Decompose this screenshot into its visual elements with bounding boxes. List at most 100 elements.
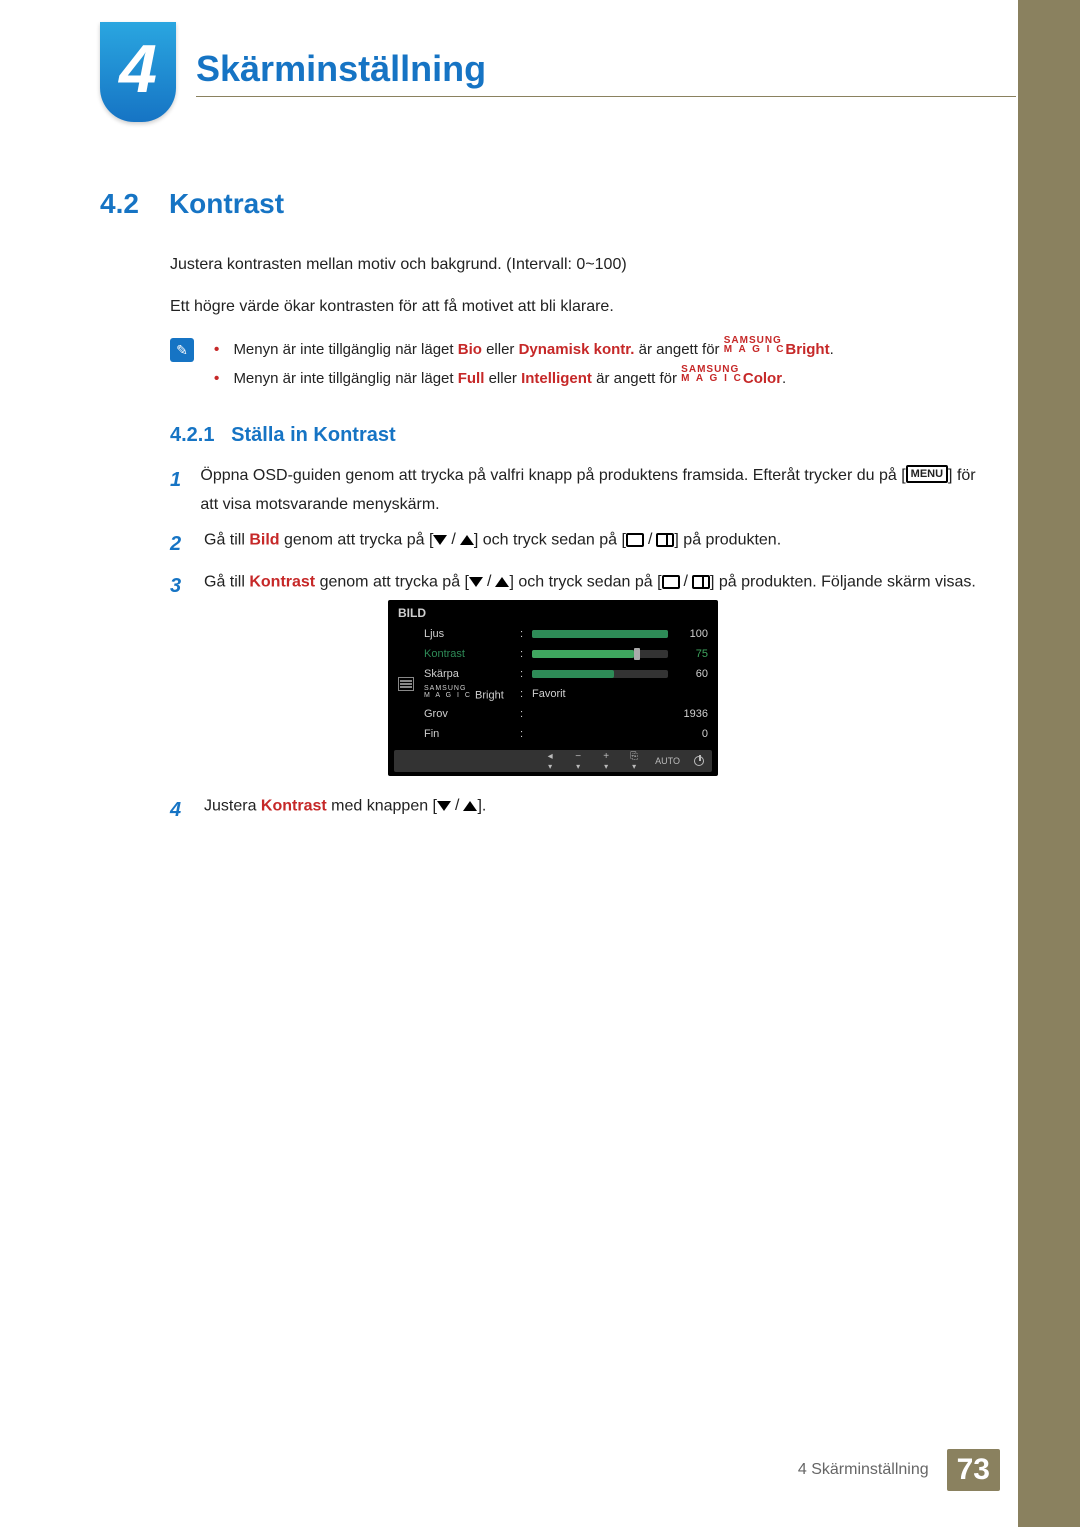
osd-label-fin: Fin	[424, 728, 514, 740]
magic-bot-2: M A G I C	[681, 374, 743, 383]
osd-val-fin: 0	[674, 728, 708, 740]
s4c: ].	[477, 798, 486, 815]
osd-magic-text: Favorit	[532, 688, 668, 700]
note2-int: Intelligent	[521, 370, 592, 387]
osd-row-grov: Grov : 1936	[424, 704, 708, 724]
section-number: 4.2	[100, 188, 139, 220]
magic-brand-1: SAMSUNG M A G I C	[724, 336, 786, 354]
subsection-number: 4.2.1	[170, 424, 214, 446]
osd-minus-icon: −▾	[571, 752, 585, 771]
chapter-badge: 4	[100, 22, 176, 122]
osd-row-ljus: Ljus : 100	[424, 624, 708, 644]
menu-button-icon: MENU	[906, 465, 948, 483]
s3-kontrast: Kontrast	[249, 573, 315, 590]
osd-footer: ◂▾ −▾ +▾ ⎘▾ AUTO	[394, 750, 712, 772]
osd-label-skarpa: Skärpa	[424, 668, 514, 680]
note2-full: Full	[458, 370, 485, 387]
s2d: ] på produkten.	[674, 531, 781, 548]
note1-text-c: är angett för	[639, 341, 724, 358]
page-number: 73	[947, 1449, 1000, 1491]
note1-end: .	[830, 341, 834, 358]
osd-rows: Ljus : 100 Kontrast : 75 Skärpa : 60 SAM…	[424, 624, 718, 744]
subsection-heading: 4.2.1 Ställa in Kontrast	[170, 424, 396, 447]
osd-val-ljus: 100	[674, 628, 708, 640]
osd-label-magic: SAMSUNGM A G I C Bright	[424, 686, 514, 701]
osd-body: Ljus : 100 Kontrast : 75 Skärpa : 60 SAM…	[388, 624, 718, 744]
step-3: 3 Gå till Kontrast genom att trycka på […	[170, 568, 990, 604]
bars-icon	[398, 677, 414, 691]
magic-suffix-1: Bright	[785, 341, 829, 358]
s4b: med knappen [	[327, 798, 437, 815]
note-item-2: Menyn är inte tillgänglig när läget Full…	[214, 365, 834, 394]
section-heading: 4.2 Kontrast	[100, 188, 284, 220]
down-up-icon-3: /	[437, 792, 477, 821]
osd-bar-kontrast	[532, 650, 668, 658]
note1-bio: Bio	[458, 341, 482, 358]
magic-bot: M A G I C	[724, 345, 786, 354]
chapter-title: Skärminställning	[196, 48, 1016, 97]
down-up-icon: /	[433, 526, 473, 555]
osd-val-grov: 1936	[674, 708, 708, 720]
osd-label-ljus: Ljus	[424, 628, 514, 640]
power-icon	[694, 756, 704, 766]
s4-kontrast: Kontrast	[261, 798, 327, 815]
intro-paragraph-2: Ett högre värde ökar kontrasten för att …	[170, 296, 990, 318]
subsection-title: Ställa in Kontrast	[231, 424, 395, 446]
osd-bar-ljus	[532, 630, 668, 638]
page-header: 4 Skärminställning	[100, 22, 1016, 122]
osd-row-skarpa: Skärpa : 60	[424, 664, 708, 684]
step-number-3: 3	[170, 568, 186, 604]
note-item-1: Menyn är inte tillgänglig när läget Bio …	[214, 336, 834, 365]
s2a: Gå till	[204, 531, 249, 548]
s2b: genom att trycka på [	[280, 531, 434, 548]
note1-text-b: eller	[486, 341, 519, 358]
osd-val-kontrast: 75	[674, 648, 708, 660]
note1-dyn: Dynamisk kontr.	[519, 341, 635, 358]
s3c: ] och tryck sedan på [	[509, 573, 661, 590]
intro-paragraph-1: Justera kontrasten mellan motiv och bakg…	[170, 254, 990, 276]
step-2-text: Gå till Bild genom att trycka på [/] och…	[204, 526, 781, 562]
magic-brand-2: SAMSUNG M A G I C	[681, 365, 743, 383]
osd-row-magic: SAMSUNGM A G I C Bright : Favorit	[424, 684, 708, 704]
osd-label-kontrast: Kontrast	[424, 648, 514, 660]
down-up-icon-2: /	[469, 568, 509, 597]
osd-label-grov: Grov	[424, 708, 514, 720]
step-3-text: Gå till Kontrast genom att trycka på [/]…	[204, 568, 976, 604]
step-number-4: 4	[170, 792, 186, 828]
s3d: ] på produkten. Följande skärm visas.	[710, 573, 976, 590]
osd-plus-icon: +▾	[599, 752, 613, 771]
step-1: 1 Öppna OSD-guiden genom att trycka på v…	[170, 462, 990, 520]
s3b: genom att trycka på [	[315, 573, 469, 590]
side-accent-bar	[1018, 0, 1080, 1527]
page-footer: 4 Skärminställning 73	[798, 1449, 1000, 1491]
note2-text-b: eller	[489, 370, 522, 387]
note2-end: .	[782, 370, 786, 387]
osd-side-icon	[388, 624, 424, 744]
note-icon	[170, 338, 194, 362]
rect-icons: /	[626, 526, 674, 555]
osd-enter-icon: ⎘▾	[627, 752, 641, 771]
magic-suffix-2: Color	[743, 370, 782, 387]
osd-magic-suffix: Bright	[472, 690, 504, 702]
osd-title: BILD	[388, 600, 718, 624]
step-2: 2 Gå till Bild genom att trycka på [/] o…	[170, 526, 990, 562]
note2-text-c: är angett för	[596, 370, 681, 387]
osd-auto-label: AUTO	[655, 756, 680, 766]
step-4: 4 Justera Kontrast med knappen [/].	[170, 792, 990, 828]
osd-bar-skarpa	[532, 670, 668, 678]
s2c: ] och tryck sedan på [	[474, 531, 626, 548]
osd-back-icon: ◂▾	[543, 752, 557, 771]
steps-list-2: 4 Justera Kontrast med knappen [/].	[170, 792, 990, 834]
s2-bild: Bild	[249, 531, 279, 548]
rect-icons-2: /	[662, 568, 710, 597]
note2-text-a: Menyn är inte tillgänglig när läget	[233, 370, 457, 387]
s4a: Justera	[204, 798, 261, 815]
s3a: Gå till	[204, 573, 249, 590]
osd-row-fin: Fin : 0	[424, 724, 708, 744]
note-list: Menyn är inte tillgänglig när läget Bio …	[214, 336, 834, 393]
note-block: Menyn är inte tillgänglig när läget Bio …	[170, 336, 990, 393]
note1-text-a: Menyn är inte tillgänglig när läget	[233, 341, 457, 358]
osd-magic-bot: M A G I C	[424, 693, 472, 699]
step-1-text: Öppna OSD-guiden genom att trycka på val…	[200, 462, 990, 520]
footer-text: 4 Skärminställning	[798, 1461, 929, 1479]
